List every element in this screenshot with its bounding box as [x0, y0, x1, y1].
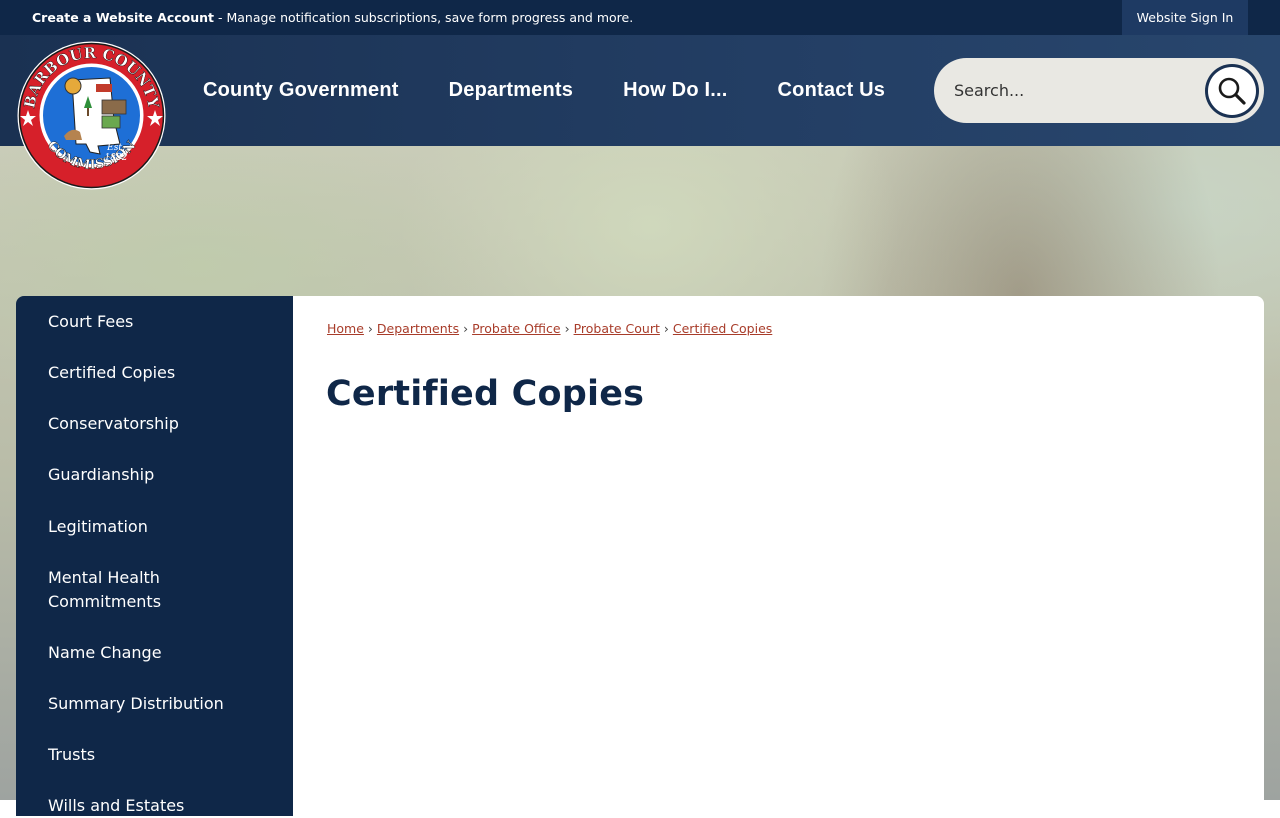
seal-est-text: Est.: [106, 143, 125, 153]
breadcrumb-certified-copies[interactable]: Certified Copies: [673, 321, 772, 336]
primary-nav: County Government Departments How Do I..…: [178, 35, 910, 146]
search-icon: [1208, 67, 1256, 115]
main-content: Home › Departments › Probate Office › Probate …: [293, 296, 1264, 816]
breadcrumb-probate-court[interactable]: Probate Court: [574, 321, 660, 336]
page-title: Certified Copies: [326, 374, 645, 414]
search-input[interactable]: [954, 72, 1194, 108]
top-utility-bar: Create a Website Account - Manage notifi…: [0, 0, 1280, 35]
website-sign-in-button[interactable]: Website Sign In: [1122, 0, 1248, 35]
seal-year-text: 1832: [105, 153, 128, 163]
account-notice: Create a Website Account - Manage notifi…: [32, 0, 633, 35]
sidebar-item-court-fees[interactable]: Court Fees: [16, 310, 165, 334]
nav-how-do-i[interactable]: How Do I...: [598, 79, 752, 102]
nav-contact-us[interactable]: Contact Us: [753, 79, 911, 102]
breadcrumb-separator: ›: [463, 321, 469, 336]
breadcrumb-departments[interactable]: Departments: [377, 321, 459, 336]
breadcrumb-probate-office[interactable]: Probate Office: [472, 321, 560, 336]
sidebar-item-certified-copies[interactable]: Certified Copies: [16, 361, 207, 385]
sidebar-nav: Court Fees Certified Copies Conservators…: [16, 296, 293, 816]
site-search: [934, 58, 1264, 123]
breadcrumb-separator: ›: [367, 321, 373, 336]
sidebar-item-name-change[interactable]: Name Change: [16, 641, 194, 665]
breadcrumb-separator: ›: [564, 321, 570, 336]
breadcrumb-home[interactable]: Home: [327, 321, 364, 336]
sidebar-item-wills-and-estates[interactable]: Wills and Estates: [16, 794, 216, 818]
search-button[interactable]: [1205, 64, 1259, 118]
sidebar-item-mental-health-commitments[interactable]: Mental Health Commitments: [16, 566, 280, 614]
nav-departments[interactable]: Departments: [424, 79, 598, 102]
sidebar-item-trusts[interactable]: Trusts: [16, 743, 127, 767]
breadcrumb: Home › Departments › Probate Office › Probate …: [327, 321, 772, 336]
sidebar-item-summary-distribution[interactable]: Summary Distribution: [16, 692, 256, 716]
sidebar-item-guardianship[interactable]: Guardianship: [16, 463, 186, 487]
account-notice-text: - Manage notification subscriptions, sav…: [214, 10, 634, 25]
create-account-link[interactable]: Create a Website Account: [32, 10, 214, 25]
county-seal-logo[interactable]: BARBOUR COUNTY COMMISSION Est. 1832: [16, 40, 167, 191]
breadcrumb-separator: ›: [663, 321, 669, 336]
nav-county-government[interactable]: County Government: [178, 79, 424, 102]
sidebar-item-legitimation[interactable]: Legitimation: [16, 515, 180, 539]
sidebar-item-conservatorship[interactable]: Conservatorship: [16, 412, 211, 436]
